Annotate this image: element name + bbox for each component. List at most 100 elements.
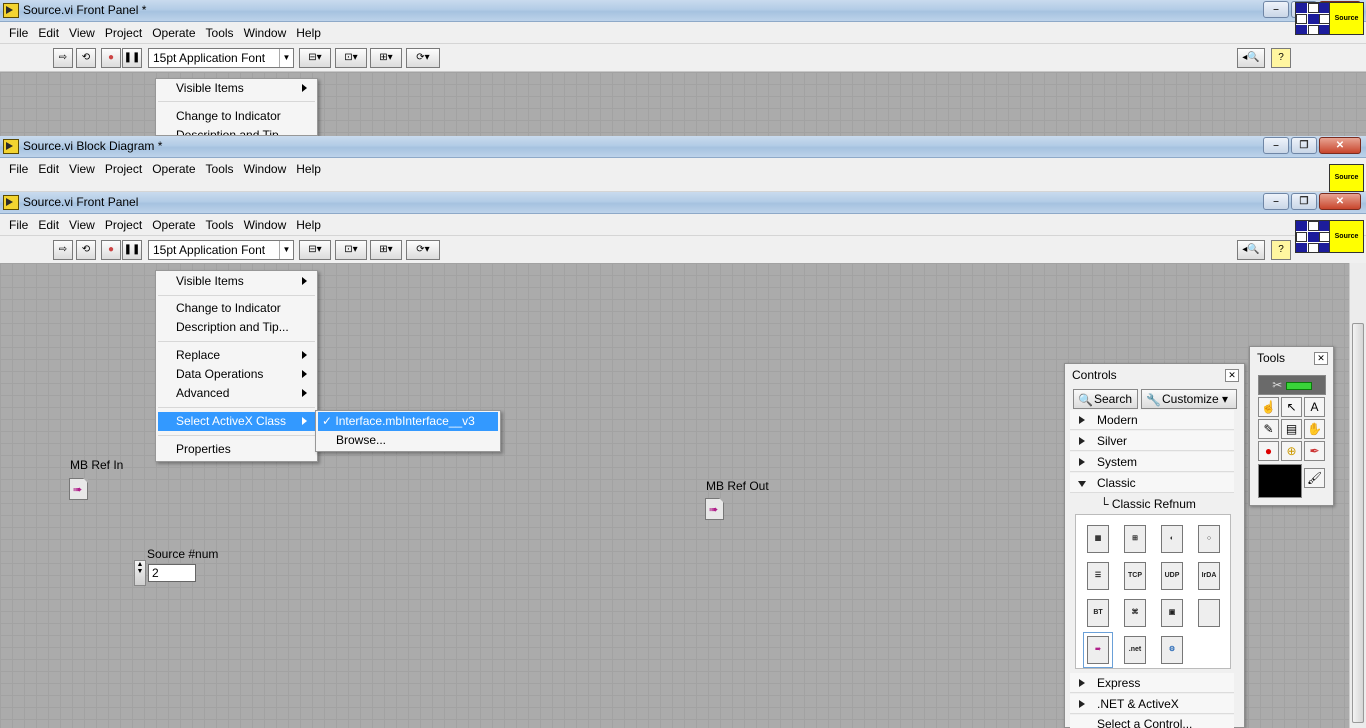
connector-pane-icon[interactable] [1295,2,1330,35]
menu-view[interactable]: View [64,162,100,176]
scrollbar-thumb[interactable] [1352,323,1364,723]
category-express[interactable]: Express [1070,673,1234,693]
search-icon[interactable]: ◂🔍 [1237,240,1265,260]
distribute-objects-icon[interactable]: ⊡▾ [335,48,367,68]
menu-window[interactable]: Window [239,162,292,176]
menu-help[interactable]: Help [291,162,326,176]
connect-wire-icon[interactable]: ✎ [1258,419,1279,439]
vi-source-icon[interactable]: Source [1329,220,1364,253]
minimize-button[interactable]: – [1263,193,1289,210]
restore-button[interactable]: ❐ [1291,193,1317,210]
category-dotnet-activex[interactable]: .NET & ActiveX [1070,694,1234,714]
probe-data-icon[interactable]: ⊕ [1281,441,1302,461]
operate-value-icon[interactable]: ☝ [1258,397,1279,417]
close-icon[interactable]: ✕ [1314,352,1328,365]
restore-button[interactable]: ❐ [1291,137,1317,154]
breakpoint-icon[interactable]: ● [1258,441,1279,461]
title-bar[interactable]: Source.vi Block Diagram * – ❐ ✕ [0,136,1366,158]
object-shortcut-menu-icon[interactable]: ▤ [1281,419,1302,439]
menu-tools[interactable]: Tools [201,162,239,176]
menu-help[interactable]: Help [291,218,326,232]
align-objects-icon[interactable]: ⊟▾ [299,48,331,68]
refnum-icon[interactable]: ⌘ [1124,599,1146,627]
menu-help[interactable]: Help [291,26,326,40]
udp-refnum-icon[interactable]: UDP [1161,562,1183,590]
menu-edit[interactable]: Edit [33,26,64,40]
menu-window[interactable]: Window [239,26,292,40]
font-select[interactable]: 15pt Application Font ▼ [148,240,294,260]
menu-operate[interactable]: Operate [147,26,200,40]
help-icon[interactable]: ? [1271,48,1291,68]
run-continuously-icon[interactable]: ⟲ [76,240,96,260]
minimize-button[interactable]: – [1263,1,1289,18]
refnum-icon[interactable]: ▦ [1087,525,1109,553]
reorder-icon[interactable]: ⟳▾ [406,48,440,68]
menu-view[interactable]: View [64,26,100,40]
menu-file[interactable]: File [4,162,33,176]
dotnet-refnum-icon[interactable]: .net [1124,636,1146,664]
refnum-icon[interactable]: ⊞ [1124,525,1146,553]
menu-item-description[interactable]: Description and Tip [158,126,315,135]
title-bar[interactable]: Source.vi Front Panel – ❐ ✕ [0,192,1366,214]
abort-icon[interactable]: ● [101,48,121,68]
palette-search-button[interactable]: 🔍 Search [1073,389,1138,409]
category-classic[interactable]: Classic [1070,473,1234,493]
run-arrow-icon[interactable]: ⇨ [53,240,73,260]
title-bar[interactable]: Source.vi Front Panel * – ❐ ✕ [0,0,1366,22]
align-objects-icon[interactable]: ⊟▾ [299,240,331,260]
refnum-icon[interactable]: ○ [1198,525,1220,553]
menu-edit[interactable]: Edit [33,218,64,232]
get-color-icon[interactable]: ✒ [1304,441,1325,461]
menu-file[interactable]: File [4,26,33,40]
connector-pane-icon[interactable] [1295,220,1330,253]
search-icon[interactable]: ◂🔍 [1237,48,1265,68]
menu-item-visible-items[interactable]: Visible Items [158,79,315,98]
menu-file[interactable]: File [4,218,33,232]
edit-text-icon[interactable]: A [1304,397,1325,417]
minimize-button[interactable]: – [1263,137,1289,154]
menu-item-change-indicator[interactable]: Change to Indicator [158,107,315,126]
menu-item-replace[interactable]: Replace [158,346,315,365]
refnum-icon[interactable]: ◐ [1161,525,1183,553]
close-icon[interactable]: ✕ [1225,369,1239,382]
palette-customize-button[interactable]: 🔧 Customize ▾ [1141,389,1237,409]
pause-icon[interactable]: ❚❚ [122,240,142,260]
menu-operate[interactable]: Operate [147,218,200,232]
tcp-refnum-icon[interactable]: TCP [1124,562,1146,590]
menu-item-properties[interactable]: Properties [158,440,315,459]
menu-operate[interactable]: Operate [147,162,200,176]
abort-icon[interactable]: ● [101,240,121,260]
select-a-control[interactable]: Select a Control... [1070,715,1234,728]
refnum-icon[interactable]: ⚙ [1161,636,1183,664]
menu-item-data-operations[interactable]: Data Operations [158,365,315,384]
menu-edit[interactable]: Edit [33,162,64,176]
menu-tools[interactable]: Tools [201,26,239,40]
close-button[interactable]: ✕ [1319,193,1361,210]
mb-ref-out-refnum[interactable] [705,498,724,520]
vi-source-icon[interactable]: Source [1329,2,1364,35]
reorder-icon[interactable]: ⟳▾ [406,240,440,260]
distribute-objects-icon[interactable]: ⊡▾ [335,240,367,260]
category-system[interactable]: System [1070,452,1234,472]
menu-view[interactable]: View [64,218,100,232]
menu-project[interactable]: Project [100,26,147,40]
menu-project[interactable]: Project [100,218,147,232]
refnum-icon[interactable]: ▣ [1161,599,1183,627]
irda-refnum-icon[interactable]: IrDA [1198,562,1220,590]
subcategory-classic-refnum[interactable]: └ Classic Refnum [1100,497,1196,511]
menu-item-interface-mbinterface[interactable]: ✓ Interface.mbInterface__v3 [318,412,498,431]
automatic-tool-selection-icon[interactable]: ✂ [1258,375,1326,395]
source-num-input[interactable]: 2 [148,564,196,582]
mb-ref-in-refnum[interactable] [69,478,88,500]
vi-source-icon[interactable]: Source [1329,164,1364,192]
menu-window[interactable]: Window [239,218,292,232]
font-select[interactable]: 15pt Application Font ▼ [148,48,294,68]
scroll-window-icon[interactable]: ✋ [1304,419,1325,439]
bluetooth-refnum-icon[interactable]: BT [1087,599,1109,627]
category-silver[interactable]: Silver [1070,431,1234,451]
run-continuously-icon[interactable]: ⟲ [76,48,96,68]
set-color-icon[interactable]: 🖌 [1304,468,1325,488]
menu-tools[interactable]: Tools [201,218,239,232]
increment-decrement-icon[interactable]: ▲ ▼ [134,560,146,586]
resize-objects-icon[interactable]: ⊞▾ [370,48,402,68]
